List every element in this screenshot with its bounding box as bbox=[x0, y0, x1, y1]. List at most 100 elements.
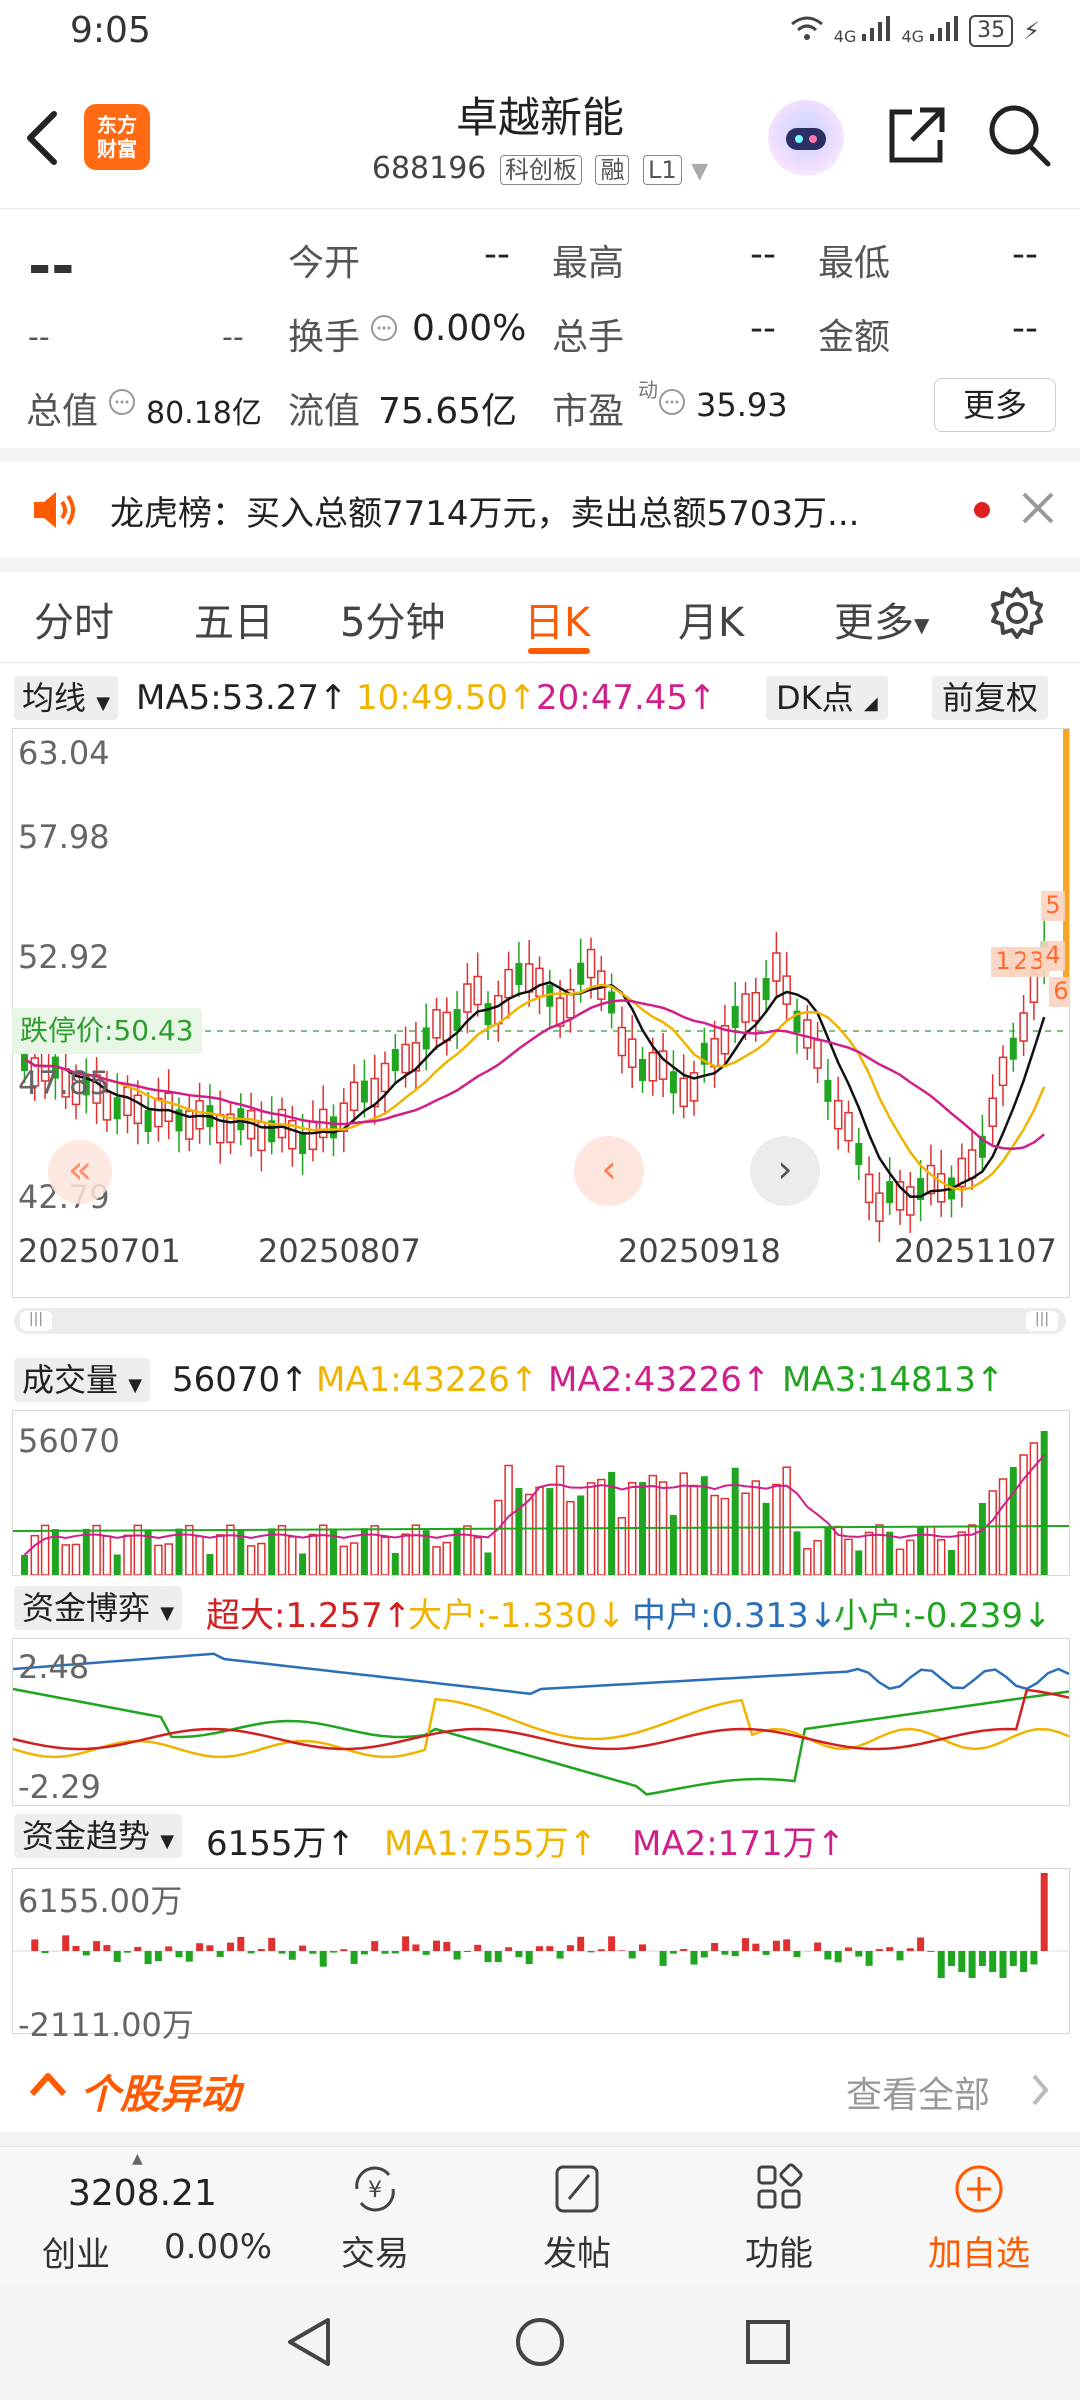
status-time: 9:05 bbox=[70, 10, 151, 51]
ma10-value: 10:49.50↑ bbox=[356, 678, 537, 718]
nav-back-triangle-icon[interactable] bbox=[284, 2314, 334, 2374]
share-button[interactable] bbox=[884, 102, 950, 168]
scroll-start-button[interactable]: « bbox=[48, 1140, 112, 1204]
tab-more[interactable]: 更多▼ bbox=[834, 590, 929, 648]
tab-five-day[interactable]: 五日 bbox=[194, 590, 274, 648]
nav-function[interactable]: 功能 bbox=[714, 2161, 844, 2275]
range-handle-left[interactable]: ||| bbox=[20, 1311, 52, 1331]
price-change-pct: -- bbox=[222, 320, 244, 355]
fund-game-chart[interactable] bbox=[12, 1638, 1070, 1806]
index-ticker[interactable]: ▲ 3208.21 创业 0.00% bbox=[14, 2151, 294, 2281]
bottom-toolbar: ▲ 3208.21 创业 0.00% ¥ 交易 发帖 功能 加自选 bbox=[0, 2146, 1080, 2285]
scroll-right-button[interactable]: › bbox=[750, 1136, 820, 1206]
unread-dot bbox=[974, 502, 990, 518]
edit-icon bbox=[555, 2165, 599, 2213]
float-label: 流值 bbox=[288, 391, 361, 432]
mktcap-value: 80.18亿 bbox=[146, 396, 262, 431]
ma-type-select[interactable]: 均线 ▼ bbox=[14, 676, 119, 720]
mktcap-label: 总值 bbox=[26, 391, 99, 432]
large-value: 大户:-1.330↓ bbox=[408, 1596, 626, 1636]
fund-game-bottom-label: -2.29 bbox=[18, 1768, 101, 1806]
pe-value: 35.93 bbox=[696, 386, 788, 424]
volume-canvas bbox=[13, 1431, 1069, 1575]
plus-circle-icon bbox=[955, 2165, 1003, 2213]
range-slider[interactable]: ||| ||| bbox=[14, 1308, 1066, 1334]
open-label: 今开 bbox=[288, 243, 361, 284]
tab-5min[interactable]: 5分钟 bbox=[340, 590, 445, 648]
trade-icon: ¥ bbox=[355, 2166, 395, 2212]
volume-value: 56070↑ bbox=[172, 1360, 309, 1400]
current-price: -- bbox=[28, 234, 75, 299]
system-navigation-bar bbox=[0, 2284, 1080, 2400]
small-value: 小户:-0.239↓ bbox=[834, 1596, 1052, 1636]
nav-home-circle-icon[interactable] bbox=[514, 2316, 566, 2372]
tab-intraday[interactable]: 分时 bbox=[34, 590, 114, 648]
fund-trend-ma1: MA1:755万↑ bbox=[384, 1824, 598, 1864]
chevron-right-icon: › bbox=[777, 1147, 793, 1191]
x-date-label: 20251107 bbox=[894, 1232, 1057, 1270]
info-icon[interactable] bbox=[108, 388, 136, 420]
fund-trend-bottom-label: -2111.00万 bbox=[18, 2006, 194, 2044]
tag-level: L1 bbox=[643, 155, 682, 185]
search-button[interactable] bbox=[986, 102, 1052, 168]
volume-chart[interactable] bbox=[12, 1410, 1070, 1576]
adjust-button[interactable]: 前复权 bbox=[932, 676, 1049, 720]
index-value: 3208.21 bbox=[68, 2173, 217, 2214]
y-axis-label: 47.85 bbox=[18, 1064, 110, 1102]
index-name: 创业 bbox=[42, 2235, 110, 2275]
fund-trend-select[interactable]: 资金趋势 ▼ bbox=[14, 1814, 183, 1858]
info-icon[interactable] bbox=[370, 314, 398, 346]
divider bbox=[0, 2132, 1080, 2146]
close-icon[interactable] bbox=[1020, 490, 1056, 530]
ai-assistant-avatar[interactable] bbox=[768, 100, 844, 176]
notice-text: 龙虎榜：买入总额7714万元，卖出总额5703万... bbox=[110, 494, 860, 534]
tag-star-market: 科创板 bbox=[499, 155, 582, 185]
range-handle-right[interactable]: ||| bbox=[1026, 1311, 1058, 1331]
share-icon bbox=[889, 107, 945, 163]
battery-icon: 35 bbox=[969, 15, 1014, 47]
volume-ma1: MA1:43226↑ bbox=[316, 1360, 539, 1400]
ma-legend-row: 均线 ▼ MA5:53.27↑ 10:49.50↑ 20:47.45↑ DK点 … bbox=[0, 672, 1080, 724]
abnormal-title: 个股异动 bbox=[80, 2072, 240, 2118]
tab-daily-k[interactable]: 日K bbox=[524, 590, 590, 648]
more-button[interactable]: 更多 bbox=[934, 378, 1056, 432]
volume-legend-row: 成交量 ▼ 56070↑ MA1:43226↑ MA2:43226↑ MA3:1… bbox=[0, 1354, 1080, 1406]
fund-trend-value: 6155万↑ bbox=[206, 1824, 356, 1864]
active-tab-indicator bbox=[528, 648, 590, 654]
info-icon[interactable] bbox=[658, 388, 686, 420]
view-all-link[interactable]: 查看全部 bbox=[846, 2066, 990, 2118]
nav-recent-square-icon[interactable] bbox=[744, 2318, 792, 2370]
x-date-label: 20250807 bbox=[258, 1232, 421, 1270]
index-change: 0.00% bbox=[164, 2227, 273, 2267]
volume-select[interactable]: 成交量 ▼ bbox=[14, 1358, 151, 1402]
scroll-left-button[interactable]: ‹ bbox=[574, 1136, 644, 1206]
low-value: -- bbox=[1012, 234, 1038, 275]
charging-icon: ⚡ bbox=[1023, 17, 1040, 45]
volume-top-label: 56070 bbox=[18, 1422, 120, 1460]
open-value: -- bbox=[484, 234, 510, 275]
fund-game-top-label: 2.48 bbox=[18, 1648, 90, 1686]
search-icon bbox=[989, 105, 1051, 167]
nav-post[interactable]: 发帖 bbox=[512, 2161, 642, 2275]
svg-text:1: 1 bbox=[995, 947, 1010, 975]
signal-icon-2: 4G bbox=[901, 16, 959, 46]
high-value: -- bbox=[750, 234, 776, 275]
super-large-value: 超大:1.257↑ bbox=[206, 1596, 412, 1636]
notice-bar[interactable]: 龙虎榜：买入总额7714万元，卖出总额5703万... bbox=[0, 462, 1080, 558]
high-label: 最高 bbox=[552, 243, 625, 284]
nav-trade[interactable]: ¥ 交易 bbox=[310, 2161, 440, 2275]
pe-superscript: 动 bbox=[638, 378, 658, 402]
dk-point-button[interactable]: DK点 ◢ bbox=[766, 676, 888, 720]
tab-monthly-k[interactable]: 月K bbox=[678, 590, 744, 648]
svg-text:6: 6 bbox=[1053, 977, 1068, 1005]
volume-ma2: MA2:43226↑ bbox=[548, 1360, 771, 1400]
fund-game-select[interactable]: 资金博弈 ▼ bbox=[14, 1586, 183, 1630]
volume-value: -- bbox=[750, 308, 776, 349]
nav-add-watchlist[interactable]: 加自选 bbox=[914, 2161, 1044, 2275]
y-axis-label: 63.04 bbox=[18, 734, 110, 772]
abnormal-section[interactable]: 个股异动 查看全部 bbox=[0, 2048, 1080, 2132]
x-date-label: 20250701 bbox=[18, 1232, 181, 1270]
settings-icon[interactable] bbox=[988, 584, 1046, 646]
chevron-right-icon bbox=[1030, 2072, 1050, 2112]
signal-icon-1: 4G bbox=[834, 16, 892, 46]
